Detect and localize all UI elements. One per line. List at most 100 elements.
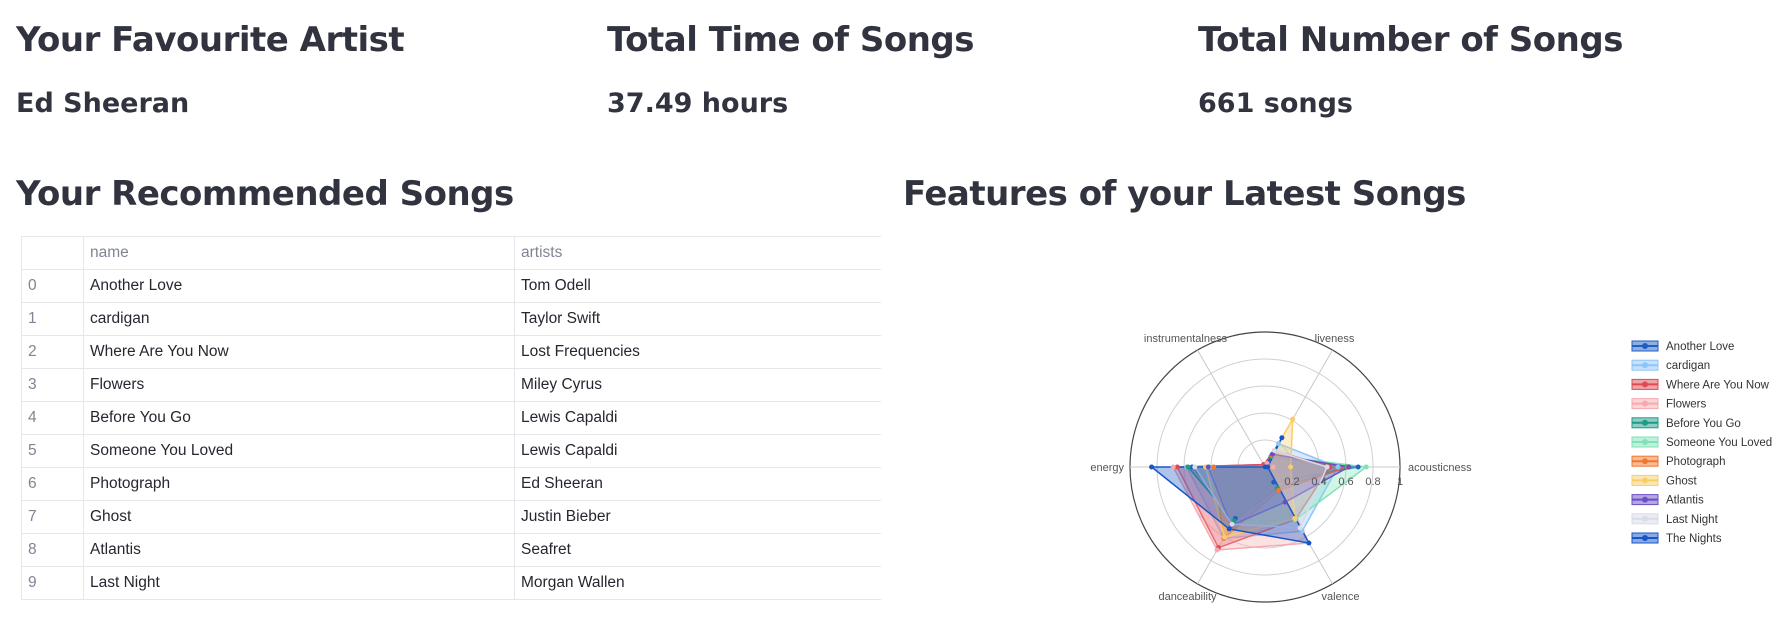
radar-point xyxy=(1279,435,1285,441)
legend-marker xyxy=(1642,477,1648,484)
row-index-cell[interactable]: 2 xyxy=(21,335,84,369)
recommended-songs-table[interactable]: name artists 0 Another Love Tom Odell 1 card… xyxy=(21,236,881,600)
radar-point xyxy=(1297,525,1303,531)
radial-tick-label: 0.2 xyxy=(1284,476,1299,488)
radar-point xyxy=(1271,448,1277,454)
index-column-header[interactable] xyxy=(21,236,84,270)
legend-label: Someone You Loved xyxy=(1666,437,1772,449)
song-name-cell[interactable]: Last Night xyxy=(83,566,515,600)
legend-marker xyxy=(1642,535,1648,541)
favourite-artist-label: Your Favourite Artist xyxy=(16,20,405,60)
table-row[interactable]: 7 Ghost Justin Bieber xyxy=(21,500,881,534)
features-title: Features of your Latest Songs xyxy=(903,174,1466,214)
radar-axis-line xyxy=(1197,349,1266,468)
recommended-songs-title: Your Recommended Songs xyxy=(16,174,514,214)
song-artist-cell[interactable]: Taylor Swift xyxy=(514,302,881,336)
legend-label: Last Night xyxy=(1666,514,1719,526)
legend-marker xyxy=(1642,458,1648,465)
radar-point xyxy=(1282,499,1288,505)
radar-point xyxy=(1262,464,1268,470)
song-artist-cell[interactable]: Morgan Wallen xyxy=(514,566,881,600)
song-name-cell[interactable]: Where Are You Now xyxy=(83,335,515,369)
song-artist-cell[interactable]: Miley Cyrus xyxy=(514,368,881,402)
radial-tick-label: 0.8 xyxy=(1365,476,1380,488)
song-name-cell[interactable]: Someone You Loved xyxy=(83,434,515,468)
song-artist-cell[interactable]: Lewis Capaldi xyxy=(514,434,881,468)
song-artist-cell[interactable]: Lewis Capaldi xyxy=(514,401,881,435)
song-name-cell[interactable]: Photograph xyxy=(83,467,515,501)
table-row[interactable]: 9 Last Night Morgan Wallen xyxy=(21,566,881,600)
row-index-cell[interactable]: 6 xyxy=(21,467,84,501)
radar-axis-label: valence xyxy=(1322,591,1360,603)
radar-point xyxy=(1211,464,1217,470)
row-index-cell[interactable]: 0 xyxy=(21,269,84,303)
song-artist-cell[interactable]: Justin Bieber xyxy=(514,500,881,534)
name-column-header[interactable]: name xyxy=(83,236,515,270)
radial-tick-label: 1 xyxy=(1397,476,1403,488)
legend-label: Before You Go xyxy=(1666,418,1741,430)
song-name-cell[interactable]: cardigan xyxy=(83,302,515,336)
row-index-cell[interactable]: 8 xyxy=(21,533,84,567)
radar-point xyxy=(1185,464,1191,470)
radar-point xyxy=(1276,441,1281,447)
radar-axis-label: danceability xyxy=(1158,591,1217,603)
radar-point xyxy=(1222,534,1227,540)
legend-marker xyxy=(1642,496,1648,503)
radar-axis-label: instrumentalness xyxy=(1144,333,1228,345)
total-songs-value: 661 songs xyxy=(1198,88,1353,119)
radar-point xyxy=(1214,547,1220,553)
table-row[interactable]: 0 Another Love Tom Odell xyxy=(21,269,881,303)
legend-label: The Nights xyxy=(1666,533,1722,545)
legend-label: cardigan xyxy=(1666,360,1710,372)
radial-tick-label: 0.6 xyxy=(1338,476,1353,488)
song-name-cell[interactable]: Flowers xyxy=(83,368,515,402)
song-name-cell[interactable]: Ghost xyxy=(83,500,515,534)
radar-point xyxy=(1205,464,1211,470)
song-name-cell[interactable]: Atlantis xyxy=(83,533,515,567)
radar-axis-label: energy xyxy=(1090,462,1124,474)
table-row[interactable]: 3 Flowers Miley Cyrus xyxy=(21,368,881,402)
table-row[interactable]: 2 Where Are You Now Lost Frequencies xyxy=(21,335,881,369)
radar-point xyxy=(1290,416,1296,422)
song-artist-cell[interactable]: Tom Odell xyxy=(514,269,881,303)
table-row[interactable]: 6 Photograph Ed Sheeran xyxy=(21,467,881,501)
row-index-cell[interactable]: 1 xyxy=(21,302,84,336)
radar-point xyxy=(1270,464,1276,470)
radar-point xyxy=(1288,464,1294,470)
radar-axis-label: liveness xyxy=(1315,333,1355,345)
radar-axis-label: acousticness xyxy=(1408,462,1472,474)
table-row[interactable]: 4 Before You Go Lewis Capaldi xyxy=(21,401,881,435)
song-artist-cell[interactable]: Ed Sheeran xyxy=(514,467,881,501)
table-row[interactable]: 5 Someone You Loved Lewis Capaldi xyxy=(21,434,881,468)
table-row[interactable]: 1 cardigan Taylor Swift xyxy=(21,302,881,336)
radar-point xyxy=(1355,464,1361,470)
row-index-cell[interactable]: 7 xyxy=(21,500,84,534)
song-artist-cell[interactable]: Lost Frequencies xyxy=(514,335,881,369)
radar-point xyxy=(1335,464,1341,470)
legend-marker xyxy=(1642,439,1648,445)
row-index-cell[interactable]: 3 xyxy=(21,368,84,402)
radar-point xyxy=(1149,464,1155,470)
row-index-cell[interactable]: 4 xyxy=(21,401,84,435)
song-name-cell[interactable]: Before You Go xyxy=(83,401,515,435)
legend-marker xyxy=(1642,362,1648,369)
artists-column-header[interactable]: artists xyxy=(514,236,881,270)
radar-point xyxy=(1292,515,1298,521)
total-time-metric: Total Time of Songs 37.49 hours xyxy=(607,14,975,122)
song-artist-cell[interactable]: Seafret xyxy=(514,533,881,567)
legend-label: Atlantis xyxy=(1666,495,1704,507)
radar-point xyxy=(1363,464,1369,470)
total-songs-metric: Total Number of Songs 661 songs xyxy=(1198,14,1623,122)
table-header-row: name artists xyxy=(21,236,881,270)
table-row[interactable]: 8 Atlantis Seafret xyxy=(21,533,881,567)
radial-tick-label: 0.4 xyxy=(1311,476,1326,488)
row-index-cell[interactable]: 5 xyxy=(21,434,84,468)
row-index-cell[interactable]: 9 xyxy=(21,566,84,600)
favourite-artist-value: Ed Sheeran xyxy=(16,88,190,119)
legend-label: Flowers xyxy=(1666,399,1707,411)
legend-marker xyxy=(1642,515,1648,522)
song-name-cell[interactable]: Another Love xyxy=(83,269,515,303)
legend-label: Ghost xyxy=(1666,475,1697,487)
radar-point xyxy=(1192,464,1198,470)
legend-marker xyxy=(1642,343,1648,349)
